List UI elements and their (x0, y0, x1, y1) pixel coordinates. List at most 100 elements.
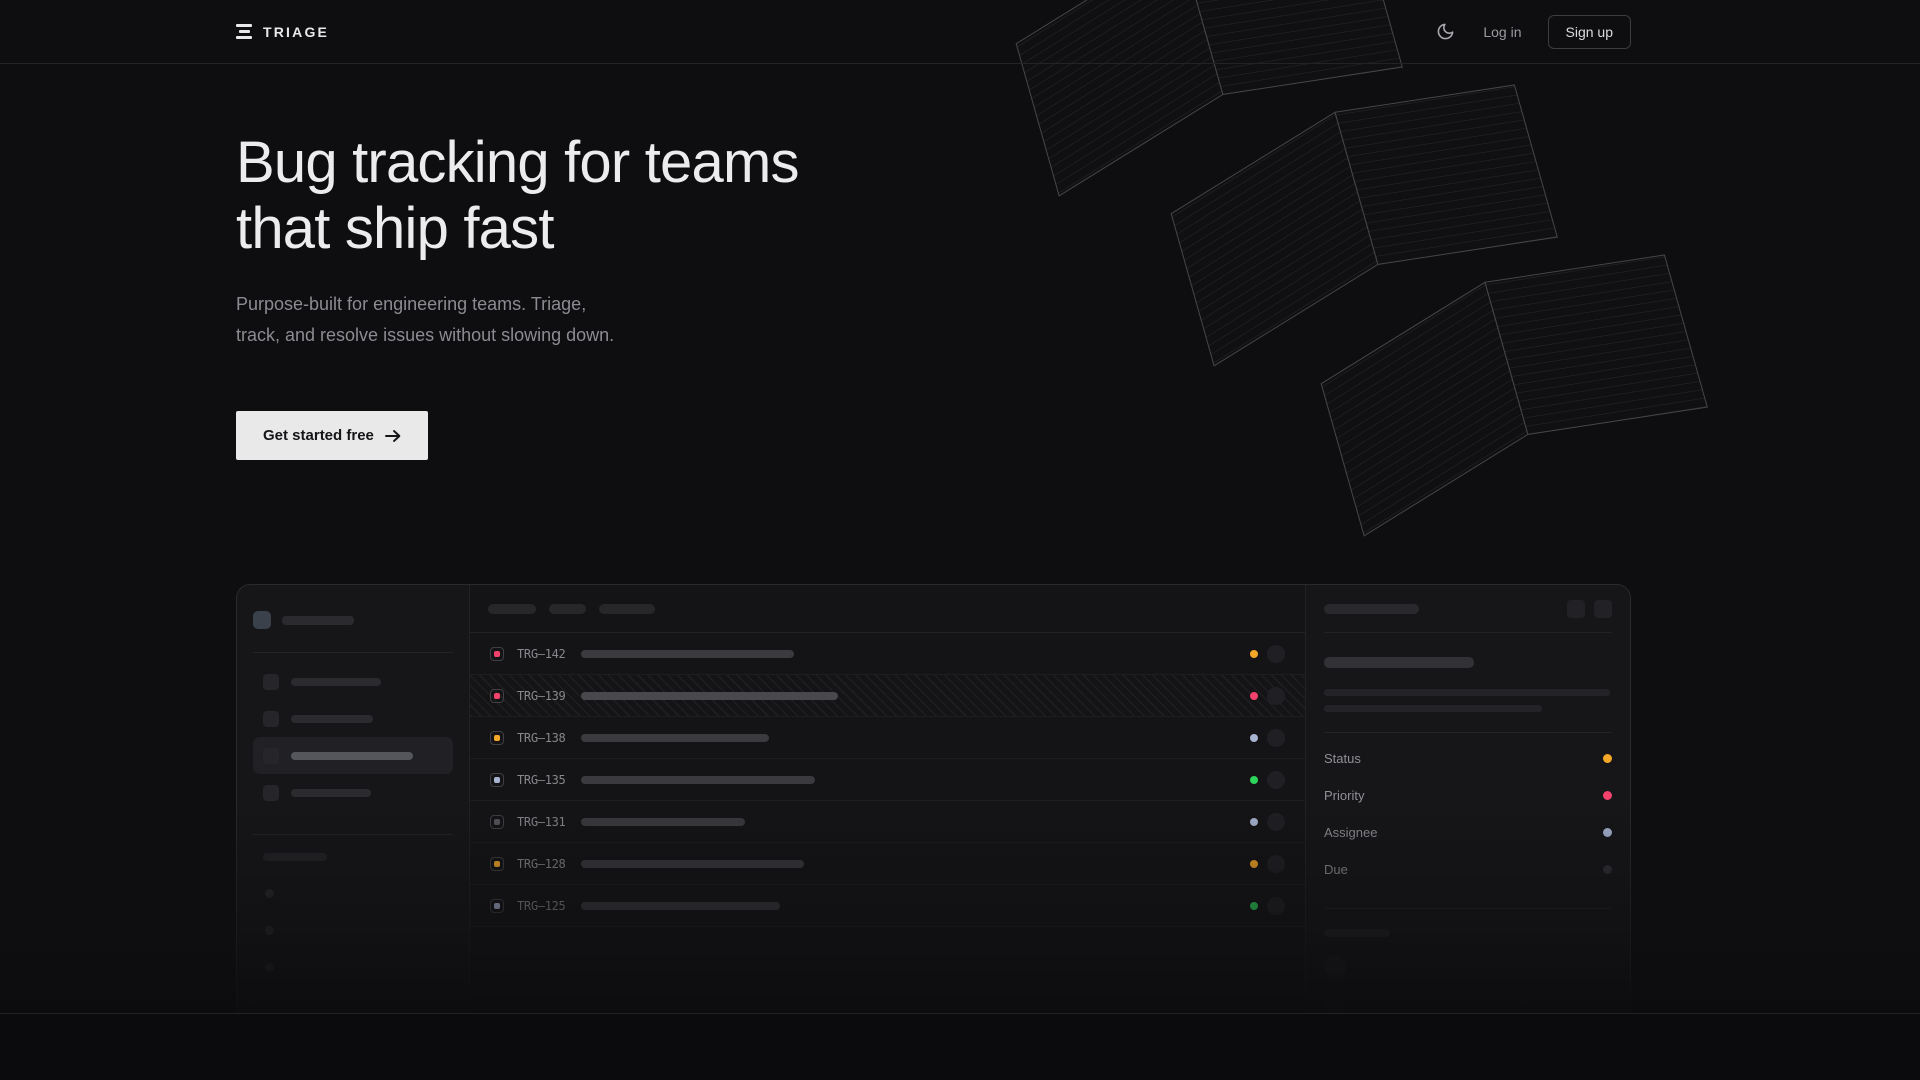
issue-title-placeholder (581, 860, 804, 868)
issue-assignee-avatar[interactable] (1267, 645, 1285, 663)
sidebar-item-icon (263, 711, 279, 727)
panel-divider (1324, 908, 1612, 909)
issue-status-dot (1250, 692, 1258, 700)
comments-label-placeholder (1324, 929, 1390, 937)
triage-bars-icon (236, 24, 252, 39)
issue-title-placeholder (581, 776, 815, 784)
app-preview-window: TRG–142 TRG–139 TRG–138 TRG–135 (236, 584, 1631, 1078)
issue-row[interactable]: TRG–138 (470, 717, 1305, 759)
detail-field-row[interactable]: Assignee (1324, 814, 1612, 851)
workspace-avatar (253, 611, 271, 629)
panel-action-button[interactable] (1567, 600, 1585, 618)
detail-field-label: Priority (1324, 788, 1364, 803)
detail-field-value-dot (1603, 865, 1612, 874)
issue-row[interactable]: TRG–142 (470, 633, 1305, 675)
signup-button[interactable]: Sign up (1548, 15, 1631, 49)
panel-action-button[interactable] (1594, 600, 1612, 618)
detail-field-value-dot (1603, 754, 1612, 763)
issue-id: TRG–138 (517, 731, 581, 745)
issue-assignee-avatar[interactable] (1267, 855, 1285, 873)
issue-assignee-avatar[interactable] (1267, 729, 1285, 747)
issue-title-placeholder (581, 818, 745, 826)
sidebar-item-label-placeholder (291, 715, 373, 723)
sidebar-section-label-placeholder (263, 853, 327, 861)
brand-logo[interactable]: TRIAGE (236, 24, 329, 40)
issue-type-icon[interactable] (490, 689, 504, 703)
get-started-label: Get started free (263, 427, 374, 444)
issue-id: TRG–142 (517, 647, 581, 661)
hero-section: Bug tracking for teams that ship fast Pu… (0, 64, 1920, 1013)
issue-id: TRG–125 (517, 899, 581, 913)
issue-row[interactable]: TRG–128 (470, 843, 1305, 885)
issue-row[interactable]: TRG–139 (470, 675, 1305, 717)
issue-assignee-avatar[interactable] (1267, 687, 1285, 705)
issue-detail-panel: Status Priority Assignee Due (1306, 585, 1630, 1078)
sidebar-item-icon (263, 674, 279, 690)
arrow-right-icon (385, 429, 401, 443)
sidebar-nav-item[interactable] (253, 663, 453, 700)
issue-type-icon[interactable] (490, 815, 504, 829)
issue-status-dot (1250, 776, 1258, 784)
issue-row[interactable]: TRG–131 (470, 801, 1305, 843)
issue-assignee-avatar[interactable] (1267, 897, 1285, 915)
sidebar-divider (253, 652, 453, 653)
sidebar-user-dot (265, 963, 274, 972)
hero-subtitle: Purpose-built for engineering teams. Tri… (236, 289, 628, 351)
issue-title-placeholder (581, 692, 838, 700)
detail-field-value-dot (1603, 791, 1612, 800)
issue-title-placeholder (581, 734, 769, 742)
issue-row[interactable]: TRG–135 (470, 759, 1305, 801)
issue-type-icon[interactable] (490, 731, 504, 745)
issue-id: TRG–139 (517, 689, 581, 703)
issue-status-dot (1250, 818, 1258, 826)
issue-id: TRG–128 (517, 857, 581, 871)
sidebar-user-dot (265, 889, 274, 898)
detail-field-label: Assignee (1324, 825, 1377, 840)
issue-status-dot (1250, 860, 1258, 868)
comment-avatar-placeholder (1324, 956, 1346, 978)
get-started-button[interactable]: Get started free (236, 411, 428, 460)
sidebar-divider (253, 834, 453, 835)
workspace-name-placeholder (282, 616, 354, 625)
issue-type-icon[interactable] (490, 857, 504, 871)
issue-id: TRG–131 (517, 815, 581, 829)
issue-description-placeholder (1324, 689, 1610, 696)
panel-title-placeholder (1324, 604, 1419, 614)
issue-title-placeholder (1324, 657, 1474, 668)
issue-assignee-avatar[interactable] (1267, 813, 1285, 831)
brand-name: TRIAGE (263, 24, 329, 40)
login-link[interactable]: Log in (1483, 24, 1521, 40)
sidebar-user-dot (265, 926, 274, 935)
detail-field-row[interactable]: Status (1324, 740, 1612, 777)
issue-assignee-avatar[interactable] (1267, 771, 1285, 789)
sidebar-item-icon (263, 785, 279, 801)
list-filter-placeholder[interactable] (549, 604, 586, 614)
panel-divider (1324, 732, 1612, 733)
issue-title-placeholder (581, 650, 794, 658)
list-filter-placeholder[interactable] (599, 604, 655, 614)
page-title: Bug tracking for teams that ship fast (236, 130, 876, 261)
sidebar-nav-item[interactable] (253, 774, 453, 811)
footer (0, 1013, 1920, 1080)
issue-title-placeholder (581, 902, 780, 910)
list-filter-placeholder[interactable] (488, 604, 536, 614)
detail-field-row[interactable]: Priority (1324, 777, 1612, 814)
issue-row[interactable]: TRG–125 (470, 885, 1305, 927)
sidebar-item-label-placeholder (291, 752, 413, 760)
issue-id: TRG–135 (517, 773, 581, 787)
theme-toggle-button[interactable] (1433, 20, 1457, 44)
top-nav: TRIAGE Log in Sign up (0, 0, 1920, 64)
sidebar-nav-item[interactable] (253, 737, 453, 774)
sidebar-item-label-placeholder (291, 678, 381, 686)
detail-field-row[interactable]: Due (1324, 851, 1612, 888)
moon-icon (1436, 22, 1455, 41)
issue-type-icon[interactable] (490, 899, 504, 913)
issue-description-placeholder (1324, 705, 1542, 712)
issue-status-dot (1250, 902, 1258, 910)
issue-type-icon[interactable] (490, 773, 504, 787)
sidebar-item-icon (263, 748, 279, 764)
sidebar-nav-item[interactable] (253, 700, 453, 737)
detail-field-label: Due (1324, 862, 1348, 877)
issue-type-icon[interactable] (490, 647, 504, 661)
preview-sidebar (237, 585, 469, 1078)
